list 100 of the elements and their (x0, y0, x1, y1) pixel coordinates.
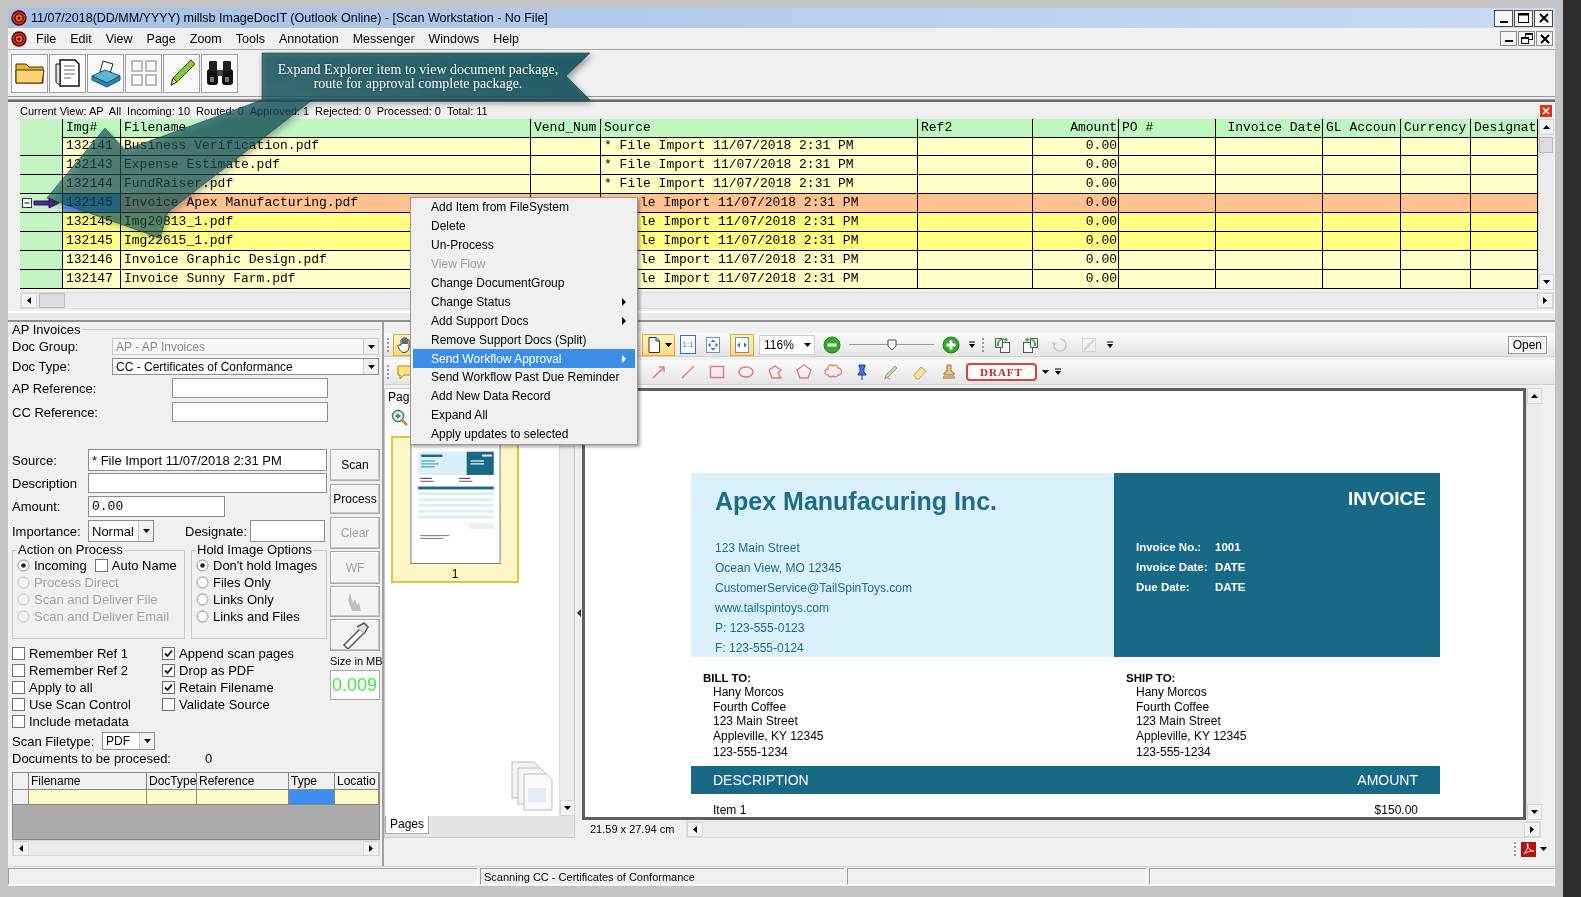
checkbox[interactable] (12, 681, 25, 694)
maximize-button[interactable] (1514, 9, 1533, 27)
scroll-right-button[interactable] (363, 841, 379, 856)
scroll-left-button[interactable] (21, 293, 37, 308)
menu-item[interactable]: Change Status (413, 292, 635, 312)
menu-item[interactable]: View (98, 31, 140, 46)
cc-reference-field[interactable] (172, 402, 328, 422)
scroll-left-button[interactable] (687, 821, 703, 837)
overflow-icon[interactable] (968, 340, 976, 349)
scroll-down-button[interactable] (1539, 274, 1554, 290)
designate-field[interactable] (250, 520, 325, 542)
zoom-out-button[interactable] (820, 333, 844, 356)
radio-button[interactable] (196, 576, 209, 589)
minimize-button[interactable] (1500, 31, 1517, 46)
draft-stamp-button[interactable]: DRAFT (966, 363, 1037, 381)
source-field[interactable]: * File Import 11/07/2018 2:31 PM (88, 449, 327, 471)
collapse-icon[interactable] (22, 198, 32, 208)
open-button[interactable]: Open (1507, 335, 1547, 354)
overflow-icon[interactable] (1106, 340, 1114, 349)
importance-dropdown[interactable]: Normal (88, 520, 154, 542)
horizontal-scrollbar[interactable] (12, 840, 380, 856)
horizontal-scrollbar[interactable] (686, 820, 1541, 838)
radio-button[interactable] (196, 610, 209, 623)
menu-item[interactable]: Messenger (345, 31, 422, 46)
menu-item[interactable]: Remove Support Docs (Split) (413, 330, 635, 350)
doc-type-dropdown[interactable]: CC - Certificates of Conformance (112, 358, 379, 375)
detail-value: 1001 (1215, 540, 1241, 555)
folder-button[interactable] (11, 53, 48, 93)
scroll-up-button[interactable] (1527, 388, 1542, 404)
action-button[interactable]: Process (330, 484, 380, 514)
binoculars-button[interactable] (201, 53, 238, 93)
restore-button[interactable] (1518, 31, 1535, 46)
checkbox[interactable] (12, 698, 25, 711)
address-line: 123-555-1234 (712, 745, 789, 760)
field-label: Size in MB (330, 655, 382, 668)
amount-field[interactable]: 0.00 (88, 496, 225, 517)
scroll-right-button[interactable] (1524, 821, 1540, 837)
caret-icon[interactable] (1540, 847, 1547, 851)
menu-item[interactable]: Windows (421, 31, 487, 46)
table-row[interactable] (13, 790, 379, 805)
summary-text: Total: 11 (446, 104, 488, 117)
scroll-down-button[interactable] (560, 800, 575, 816)
menu-item[interactable]: Expand All (413, 405, 635, 425)
scroll-thumb[interactable] (39, 293, 65, 308)
close-button[interactable] (1534, 9, 1553, 27)
scroll-right-button[interactable] (1537, 293, 1553, 308)
radio-button[interactable] (196, 593, 209, 606)
close-icon[interactable] (1540, 104, 1552, 117)
overflow-icon[interactable] (1053, 368, 1062, 376)
close-button[interactable] (1536, 31, 1553, 46)
scroll-up-button[interactable] (1539, 119, 1554, 135)
pdf-icon[interactable] (1521, 841, 1536, 857)
vertical-scrollbar[interactable] (1538, 119, 1553, 290)
menu-item[interactable]: Page (139, 31, 183, 46)
address-line: Appleville, KY 12345 (712, 728, 825, 743)
radio-button[interactable] (196, 559, 209, 572)
menu-item[interactable]: Zoom (182, 31, 229, 46)
scroll-left-button[interactable] (13, 841, 29, 856)
address-heading: SHIP TO: (1126, 671, 1177, 685)
zoom-in-button[interactable] (939, 333, 963, 356)
menu-item[interactable]: Help (486, 31, 526, 46)
zoom-field[interactable]: 116% (759, 334, 815, 355)
checkbox[interactable] (94, 559, 108, 572)
checkbox[interactable] (12, 647, 25, 660)
menu-item[interactable]: File (29, 31, 64, 46)
checkbox[interactable] (162, 698, 175, 711)
checkbox[interactable] (162, 664, 175, 677)
row-header (20, 251, 63, 270)
document-button[interactable] (49, 53, 86, 93)
menu-item[interactable]: Add New Data Record (413, 386, 635, 406)
slider-thumb[interactable] (886, 338, 897, 351)
checkbox[interactable] (162, 647, 175, 660)
scroll-thumb[interactable] (1539, 137, 1553, 153)
action-button[interactable]: Scan (330, 449, 380, 481)
vertical-scrollbar[interactable] (1526, 388, 1541, 820)
caret-icon[interactable] (1041, 370, 1049, 374)
checkbox[interactable] (12, 664, 25, 677)
checkbox[interactable] (162, 681, 175, 694)
page-button[interactable] (642, 333, 675, 356)
description-field[interactable] (88, 473, 327, 493)
tab[interactable]: Pages (385, 816, 430, 834)
menu-item[interactable]: Tools (228, 31, 272, 46)
radio-label: Files Only (213, 575, 271, 590)
pen-button[interactable] (330, 619, 380, 651)
scroll-down-button[interactable] (1527, 804, 1542, 820)
menu-item[interactable]: Send Workflow Past Due Reminder (413, 368, 635, 387)
menu-item[interactable]: Annotation (271, 31, 346, 46)
menu-item[interactable]: Add Support Docs (413, 311, 635, 331)
minimize-button[interactable] (1494, 9, 1513, 27)
menu-item[interactable]: Edit (63, 31, 99, 46)
fit-width-button[interactable] (730, 333, 754, 356)
radio-button[interactable] (17, 559, 30, 572)
filetype-dropdown[interactable]: PDF (102, 732, 155, 750)
actual-size-button[interactable]: 1:1 (680, 335, 696, 354)
checkbox-label: Append scan pages (179, 646, 294, 661)
pencil-button[interactable] (163, 53, 200, 93)
scanner-button[interactable] (87, 53, 124, 93)
ap-reference-field[interactable] (172, 378, 328, 398)
detail-label: Invoice Date: (1136, 560, 1209, 575)
checkbox[interactable] (12, 715, 25, 728)
